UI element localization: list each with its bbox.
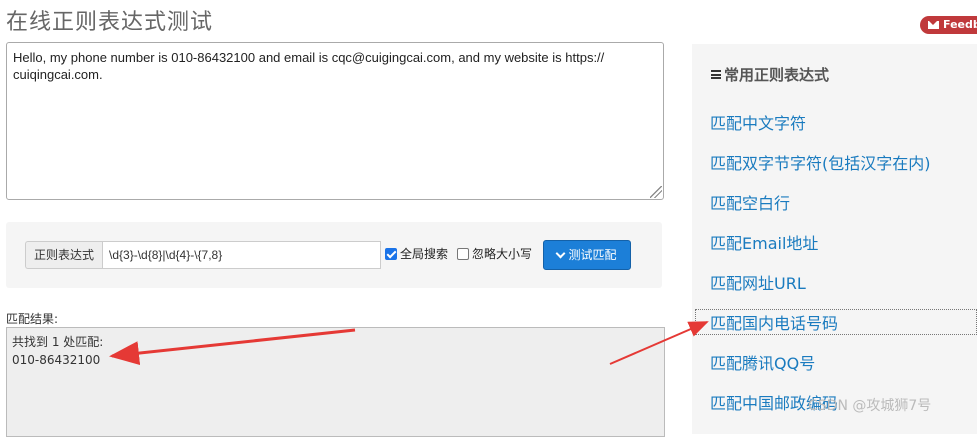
mail-icon: [928, 21, 939, 29]
result-box: 共找到 1 处匹配: 010-86432100: [6, 327, 665, 437]
regex-addon-label: 正则表达式: [25, 241, 102, 269]
resize-grip-icon[interactable]: [650, 186, 662, 198]
link-phone-number[interactable]: 匹配国内电话号码: [695, 309, 977, 335]
regex-search-panel: 正则表达式 全局搜索 忽略大小写 测试匹配: [6, 222, 662, 288]
test-match-button[interactable]: 测试匹配: [543, 240, 631, 270]
regex-input[interactable]: [102, 241, 381, 269]
sidebar-title: 常用正则表达式: [711, 64, 829, 85]
link-chinese-chars[interactable]: 匹配中文字符: [710, 110, 806, 134]
feedback-button[interactable]: Feedb: [920, 16, 977, 34]
link-qq-number[interactable]: 匹配腾讯QQ号: [710, 350, 815, 374]
result-summary: 共找到 1 处匹配:: [12, 335, 104, 349]
test-match-label: 测试匹配: [568, 248, 617, 262]
ignore-case-checkbox[interactable]: 忽略大小写: [457, 247, 532, 262]
link-double-byte-chars[interactable]: 匹配双字节字符(包括汉字在内): [710, 150, 931, 174]
global-search-checkbox[interactable]: 全局搜索: [385, 247, 448, 262]
sidebar-title-text: 常用正则表达式: [724, 66, 830, 84]
chevron-down-icon: [556, 248, 566, 259]
feedback-label: Feedb: [943, 18, 977, 31]
watermark: CSDN @攻城狮7号: [808, 398, 932, 414]
checkbox-checked-icon[interactable]: [385, 248, 397, 260]
source-text-area[interactable]: Hello, my phone number is 010-86432100 a…: [6, 42, 664, 200]
list-icon: [711, 70, 721, 79]
source-text: Hello, my phone number is 010-86432100 a…: [13, 50, 605, 82]
checkbox-unchecked-icon[interactable]: [457, 248, 469, 260]
result-label: 匹配结果:: [6, 312, 59, 326]
link-email[interactable]: 匹配Email地址: [710, 230, 818, 254]
link-url[interactable]: 匹配网址URL: [710, 270, 806, 294]
ignore-case-label: 忽略大小写: [472, 247, 533, 261]
global-search-label: 全局搜索: [400, 247, 449, 261]
common-regex-sidebar: 常用正则表达式 匹配中文字符 匹配双字节字符(包括汉字在内) 匹配空白行 匹配E…: [692, 44, 977, 434]
result-match: 010-86432100: [12, 353, 101, 367]
link-blank-line[interactable]: 匹配空白行: [710, 190, 790, 214]
page-title: 在线正则表达式测试: [6, 10, 214, 35]
